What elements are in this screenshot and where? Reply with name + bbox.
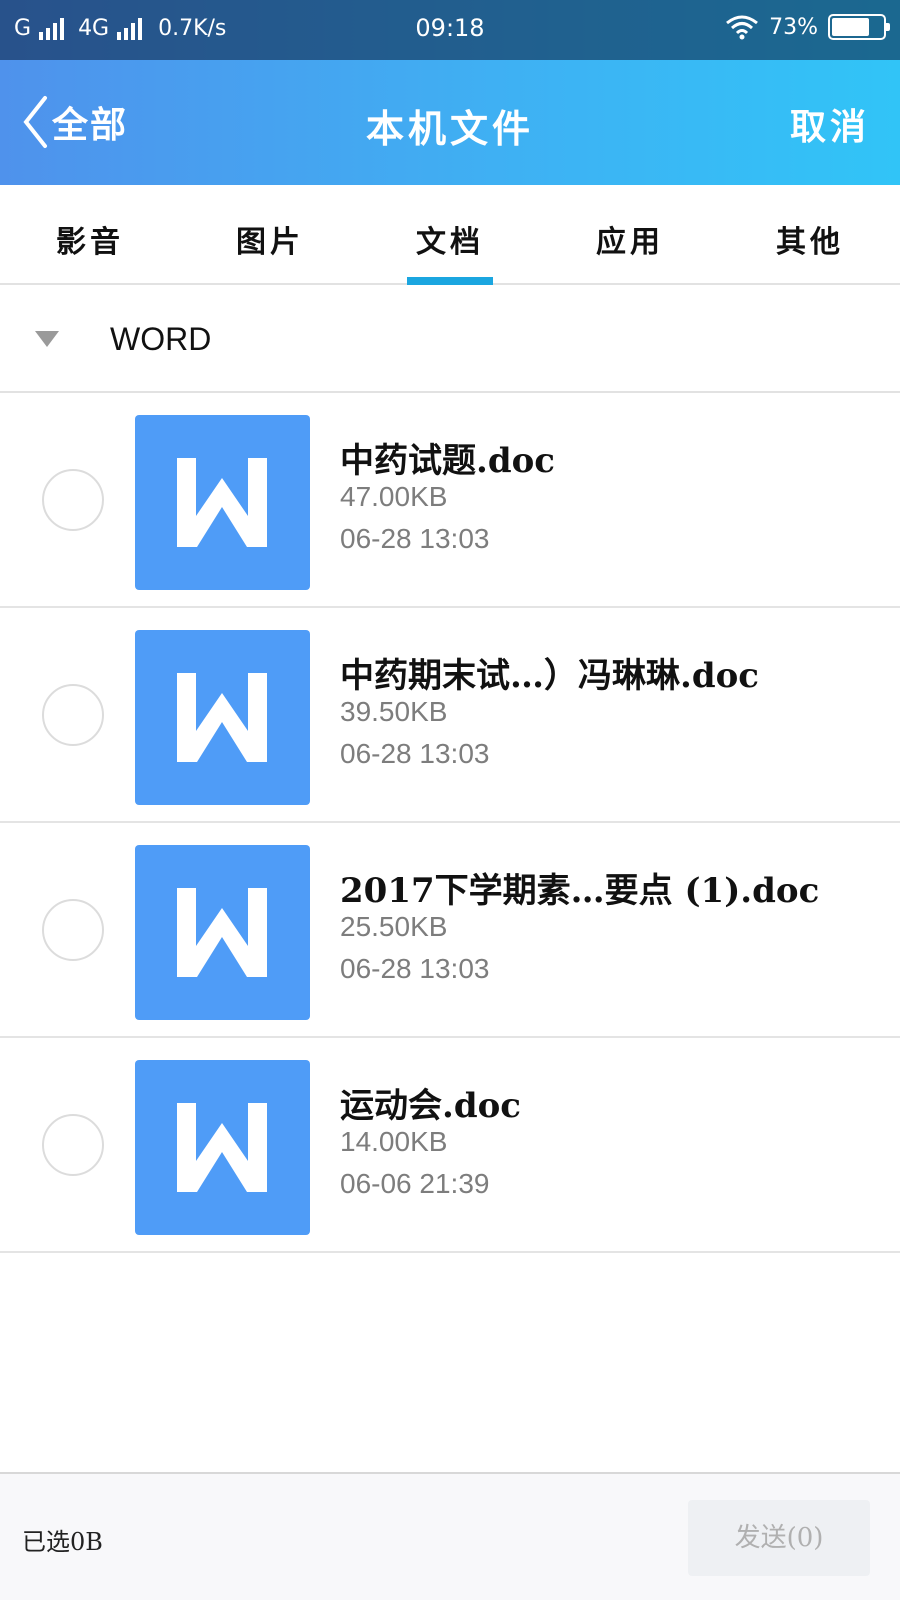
title-bar: 全部 本机文件 取消: [0, 60, 900, 185]
select-radio[interactable]: [42, 899, 104, 961]
file-date: 06-06 21:39: [340, 1168, 490, 1199]
status-right: 73%: [725, 14, 890, 40]
word-doc-icon: [135, 1060, 310, 1235]
tab-images[interactable]: 图片: [180, 185, 360, 283]
select-radio[interactable]: [42, 684, 104, 746]
app-header: G 4G 0.7K/s 09:18 73% 全部 本机文件 取消: [0, 0, 900, 185]
battery-percent: 73%: [769, 14, 818, 40]
section-header-word[interactable]: WORD: [0, 285, 900, 393]
section-label: WORD: [110, 321, 212, 357]
tab-other[interactable]: 其他: [720, 185, 900, 283]
tab-label: 文档: [416, 225, 484, 260]
file-name: 2017下学期素…要点 (1).doc: [340, 871, 820, 911]
bottom-bar: 已选0B 发送(0): [0, 1472, 900, 1600]
list-item[interactable]: 2017下学期素…要点 (1).doc 25.50KB 06-28 13:03: [0, 823, 900, 1038]
file-date: 06-28 13:03: [340, 523, 490, 554]
select-radio[interactable]: [42, 469, 104, 531]
file-name: 中药期末试…）冯琳琳.doc: [340, 656, 759, 696]
file-name: 中药试题.doc: [340, 441, 555, 481]
file-size: 47.00KB: [340, 481, 448, 512]
status-bar: G 4G 0.7K/s 09:18 73%: [0, 0, 900, 60]
cancel-button[interactable]: 取消: [790, 98, 870, 150]
send-button[interactable]: 发送(0): [688, 1500, 870, 1576]
file-size: 39.50KB: [340, 696, 448, 727]
select-radio[interactable]: [42, 1114, 104, 1176]
page-title: 本机文件: [365, 106, 534, 151]
collapse-triangle-icon: [35, 331, 59, 347]
file-list: 中药试题.doc 47.00KB 06-28 13:03 中药期末试…）冯琳琳.…: [0, 393, 900, 1253]
wifi-icon: [726, 15, 759, 40]
word-doc-icon: [135, 630, 310, 805]
file-date: 06-28 13:03: [340, 738, 490, 769]
selected-size-label: 已选0B: [22, 1528, 103, 1556]
battery-icon: [828, 14, 890, 40]
tab-documents[interactable]: 文档: [360, 185, 540, 285]
tab-label: 影音: [56, 225, 124, 260]
tab-label: 其他: [776, 225, 844, 260]
word-doc-icon: [135, 415, 310, 590]
tab-apps[interactable]: 应用: [540, 185, 720, 283]
list-item[interactable]: 中药期末试…）冯琳琳.doc 39.50KB 06-28 13:03: [0, 608, 900, 823]
file-name: 运动会.doc: [340, 1086, 521, 1126]
list-item[interactable]: 中药试题.doc 47.00KB 06-28 13:03: [0, 393, 900, 608]
file-size: 25.50KB: [340, 911, 448, 942]
list-item[interactable]: 运动会.doc 14.00KB 06-06 21:39: [0, 1038, 900, 1253]
category-tabs: 影音 图片 文档 应用 其他: [0, 185, 900, 285]
tab-label: 应用: [596, 225, 664, 260]
file-date: 06-28 13:03: [340, 953, 490, 984]
active-tab-indicator: [407, 277, 493, 285]
tab-label: 图片: [236, 225, 304, 260]
file-size: 14.00KB: [340, 1126, 448, 1157]
word-doc-icon: [135, 845, 310, 1020]
tab-media[interactable]: 影音: [0, 185, 180, 283]
